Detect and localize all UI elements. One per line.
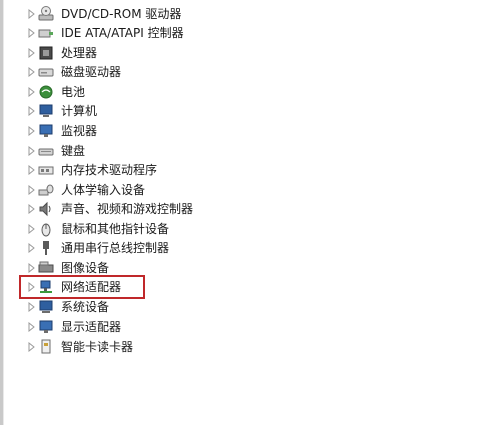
system-device-icon (39, 300, 53, 313)
expand-arrow-icon[interactable] (26, 87, 36, 97)
tree-item-computer[interactable]: 计算机 (0, 102, 300, 120)
hid-icon (38, 184, 54, 196)
tree-item-label: 系统设备 (61, 300, 110, 314)
tree-item-monitor[interactable]: 监视器 (0, 122, 300, 140)
expand-arrow-icon[interactable] (26, 322, 36, 332)
battery-icon (39, 85, 53, 99)
tree-item-label: 智能卡读卡器 (61, 340, 134, 354)
smart-card-icon (41, 339, 51, 354)
tree-item-processor[interactable]: 处理器 (0, 44, 300, 62)
tree-item-label: 监视器 (61, 124, 98, 138)
expand-arrow-icon[interactable] (26, 146, 36, 156)
tree-item-smart-card[interactable]: 智能卡读卡器 (0, 338, 300, 356)
tree-item-mouse[interactable]: 鼠标和其他指针设备 (0, 220, 300, 238)
sound-icon (39, 201, 51, 217)
tree-item-disk-drive[interactable]: 磁盘驱动器 (0, 63, 300, 81)
tree-item-label: DVD/CD-ROM 驱动器 (61, 7, 182, 21)
expand-arrow-icon[interactable] (26, 302, 36, 312)
expand-arrow-icon[interactable] (26, 165, 36, 175)
monitor-icon (39, 124, 53, 137)
expand-arrow-icon[interactable] (26, 185, 36, 195)
tree-item-label: IDE ATA/ATAPI 控制器 (61, 26, 184, 40)
tree-item-keyboard[interactable]: 键盘 (0, 142, 300, 160)
expand-arrow-icon[interactable] (26, 126, 36, 136)
mouse-icon (41, 223, 51, 237)
tree-item-system-device[interactable]: 系统设备 (0, 298, 300, 316)
tree-item-label: 键盘 (61, 144, 86, 158)
tree-item-memory-tech[interactable]: 内存技术驱动程序 (0, 161, 300, 179)
tree-item-usb[interactable]: 通用串行总线控制器 (0, 239, 300, 257)
tree-item-label: 声音、视频和游戏控制器 (61, 202, 194, 216)
expand-arrow-icon[interactable] (26, 243, 36, 253)
expand-arrow-icon[interactable] (26, 342, 36, 352)
tree-item-battery[interactable]: 电池 (0, 83, 300, 101)
expand-arrow-icon[interactable] (26, 67, 36, 77)
disk-drive-icon (38, 68, 54, 77)
tree-item-label: 磁盘驱动器 (61, 65, 122, 79)
computer-icon (39, 104, 53, 117)
expand-arrow-icon[interactable] (26, 28, 36, 38)
tree-item-label: 内存技术驱动程序 (61, 163, 158, 177)
tree-item-label: 鼠标和其他指针设备 (61, 222, 170, 236)
ide-controller-icon (38, 29, 53, 38)
tree-item-hid[interactable]: 人体学输入设备 (0, 181, 300, 199)
tree-item-label: 通用串行总线控制器 (61, 241, 170, 255)
tree-item-sound[interactable]: 声音、视频和游戏控制器 (0, 200, 300, 218)
display-adapter-icon (39, 320, 53, 333)
expand-arrow-icon[interactable] (26, 48, 36, 58)
tree-item-label: 处理器 (61, 46, 98, 60)
tree-item-label: 电池 (61, 85, 86, 99)
expand-arrow-icon[interactable] (26, 204, 36, 214)
usb-icon (43, 241, 49, 255)
keyboard-icon (38, 148, 54, 156)
tree-item-dvd-cdrom[interactable]: DVD/CD-ROM 驱动器 (0, 5, 300, 23)
expand-arrow-icon[interactable] (26, 9, 36, 19)
tree-item-display-adapter[interactable]: 显示适配器 (0, 318, 300, 336)
memory-tech-icon (38, 166, 54, 175)
imaging-icon (38, 261, 54, 273)
tree-item-label: 人体学输入设备 (61, 183, 146, 197)
processor-icon (39, 46, 53, 60)
expand-arrow-icon[interactable] (26, 263, 36, 273)
tree-item-ide-controller[interactable]: IDE ATA/ATAPI 控制器 (0, 24, 300, 42)
expand-arrow-icon[interactable] (26, 106, 36, 116)
expand-arrow-icon[interactable] (26, 224, 36, 234)
tree-item-label: 显示适配器 (61, 320, 122, 334)
dvd-drive-icon (38, 6, 54, 21)
highlight-box (19, 275, 145, 299)
tree-item-label: 计算机 (61, 104, 98, 118)
